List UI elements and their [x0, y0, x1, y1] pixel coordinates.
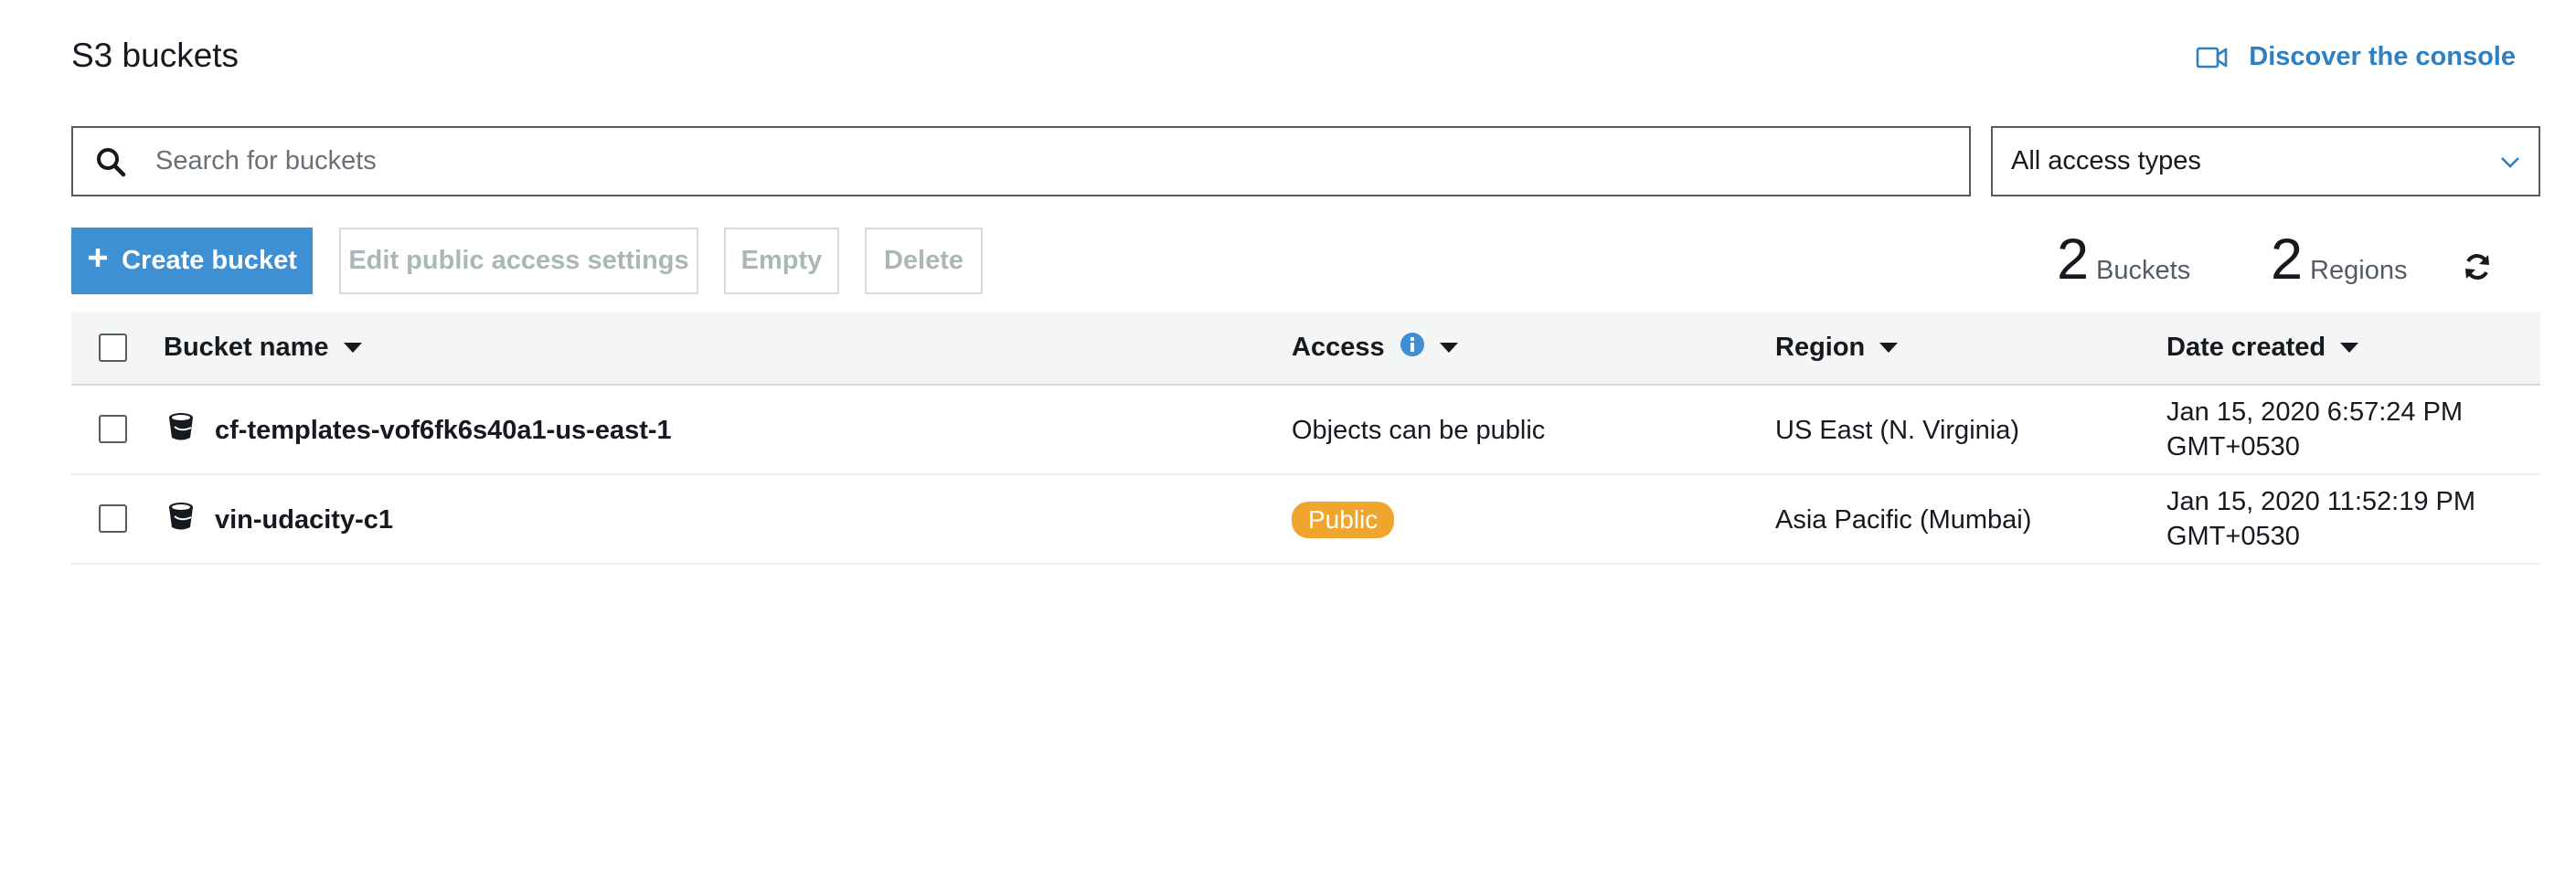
access-cell: Public	[1292, 475, 1395, 565]
column-label-bucket-name: Bucket name	[164, 333, 329, 362]
column-header-access[interactable]: Access	[1292, 312, 1458, 384]
column-header-date-created[interactable]: Date created	[2166, 312, 2359, 384]
access-type-selected: All access types	[2011, 146, 2201, 175]
search-box[interactable]	[71, 126, 1971, 196]
video-camera-icon	[2196, 46, 2229, 69]
table-header: Bucket name Access Region Date created	[71, 312, 2540, 386]
column-header-region[interactable]: Region	[1775, 312, 1899, 384]
select-all-checkbox[interactable]	[99, 334, 127, 362]
table-row[interactable]: cf-templates-vof6fk6s40a1-us-east-1 Obje…	[71, 386, 2540, 475]
info-icon[interactable]	[1400, 332, 1425, 365]
row-checkbox[interactable]	[99, 415, 127, 443]
buckets-count: 2	[2057, 228, 2090, 291]
create-bucket-button[interactable]: Create bucket	[71, 228, 313, 294]
date-cell: Jan 15, 2020 11:52:19 PM GMT+0530	[2166, 484, 2475, 554]
column-label-region: Region	[1775, 333, 1866, 362]
sort-caret-icon[interactable]	[2340, 343, 2359, 353]
regions-label: Regions	[2310, 256, 2408, 285]
bucket-name-link[interactable]: vin-udacity-c1	[215, 505, 393, 535]
timezone-value: GMT+0530	[2166, 432, 2300, 461]
search-input[interactable]	[155, 146, 1969, 176]
sort-caret-icon[interactable]	[343, 343, 362, 353]
bucket-icon	[167, 412, 195, 449]
bucket-name-cell[interactable]: cf-templates-vof6fk6s40a1-us-east-1	[167, 386, 672, 475]
date-value: Jan 15, 2020 6:57:24 PM	[2166, 397, 2464, 427]
buckets-count-stat: 2 Buckets	[2057, 227, 2190, 292]
regions-count-stat: 2 Regions	[2271, 227, 2407, 292]
access-cell: Objects can be public	[1292, 415, 1546, 445]
timezone-value: GMT+0530	[2166, 522, 2300, 551]
bucket-icon	[167, 502, 195, 538]
bucket-name-cell[interactable]: vin-udacity-c1	[167, 475, 393, 565]
bucket-name-link[interactable]: cf-templates-vof6fk6s40a1-us-east-1	[215, 416, 672, 446]
date-cell: Jan 15, 2020 6:57:24 PM GMT+0530	[2166, 395, 2463, 464]
discover-console-link[interactable]: Discover the console	[2196, 42, 2516, 72]
edit-public-access-button[interactable]: Edit public access settings	[339, 228, 698, 294]
access-type-select[interactable]: All access types	[1991, 126, 2540, 196]
page-title: S3 buckets	[71, 37, 240, 74]
regions-count: 2	[2271, 228, 2304, 291]
empty-button[interactable]: Empty	[724, 228, 839, 294]
create-bucket-label: Create bucket	[122, 246, 297, 275]
plus-icon	[87, 246, 109, 276]
column-header-bucket-name[interactable]: Bucket name	[164, 312, 362, 384]
search-icon	[95, 146, 126, 177]
column-label-access: Access	[1292, 333, 1385, 362]
refresh-icon[interactable]	[2462, 251, 2493, 282]
sort-caret-icon[interactable]	[1439, 343, 1458, 353]
buckets-label: Buckets	[2096, 256, 2191, 285]
region-cell: US East (N. Virginia)	[1775, 415, 2019, 445]
public-badge: Public	[1292, 502, 1395, 538]
date-value: Jan 15, 2020 11:52:19 PM	[2166, 487, 2476, 516]
discover-console-label: Discover the console	[2249, 42, 2516, 71]
chevron-down-icon	[2500, 146, 2520, 176]
table-row[interactable]: vin-udacity-c1 Public Asia Pacific (Mumb…	[71, 475, 2540, 565]
sort-caret-icon[interactable]	[1879, 343, 1899, 353]
column-label-date-created: Date created	[2166, 333, 2326, 362]
delete-button[interactable]: Delete	[865, 228, 983, 294]
region-cell: Asia Pacific (Mumbai)	[1775, 504, 2032, 535]
row-checkbox[interactable]	[99, 504, 127, 533]
